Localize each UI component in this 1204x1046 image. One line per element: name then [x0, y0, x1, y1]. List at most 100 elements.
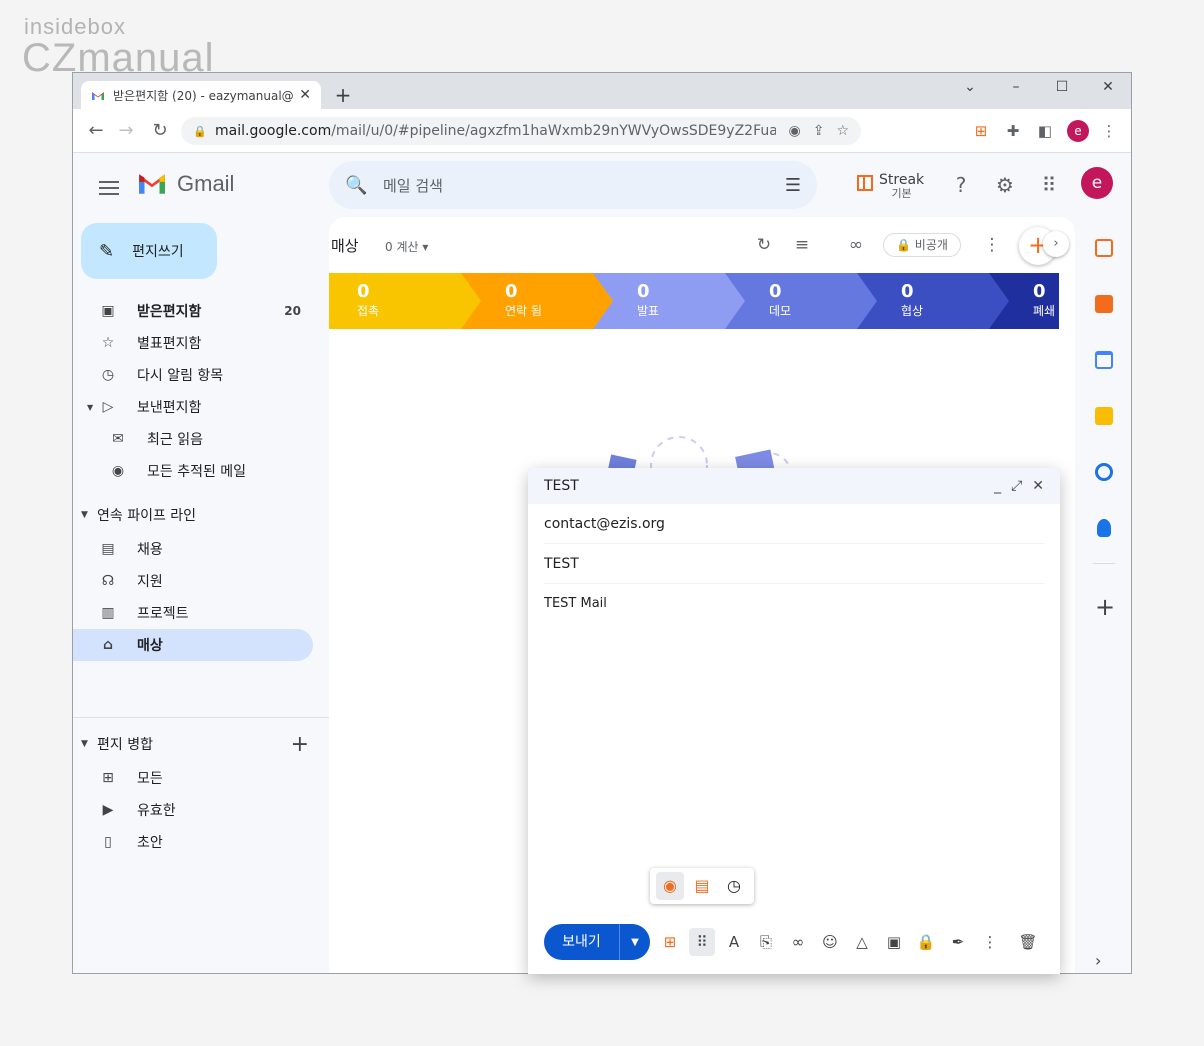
get-addons-icon[interactable]: +: [1095, 595, 1115, 619]
streak-compose-icon[interactable]: ⊞: [654, 924, 686, 960]
send-button[interactable]: 보내기 ▼: [544, 924, 650, 960]
gmail-logo[interactable]: Gmail: [137, 171, 234, 197]
sidebar-item-pipeline-sales[interactable]: ⌂ 매상: [73, 629, 313, 661]
more-options-icon[interactable]: ⋮: [974, 924, 1006, 960]
link-icon[interactable]: ∞: [845, 235, 867, 255]
pipeline-stage[interactable]: 0 연락 됨: [461, 273, 613, 329]
url-text: mail.google.com/mail/u/0/#pipeline/agxzf…: [215, 123, 776, 139]
sidebar-item-inbox[interactable]: ▣ 받은편지함 20: [73, 295, 313, 327]
new-tab-button[interactable]: +: [333, 85, 353, 105]
minimize-icon[interactable]: –: [1005, 79, 1027, 95]
close-icon[interactable]: ✕: [1032, 478, 1044, 494]
eye-icon[interactable]: ◉: [788, 123, 800, 139]
message-body[interactable]: TEST Mail: [544, 596, 1044, 611]
discard-trash-icon[interactable]: 🗑: [1012, 924, 1044, 960]
compose-title: TEST: [544, 478, 579, 494]
pipeline-stage[interactable]: 0 접촉: [329, 273, 481, 329]
compose-button[interactable]: ✎ 편지쓰기: [81, 223, 217, 279]
filter-icon[interactable]: ≡: [791, 235, 813, 255]
fullscreen-icon[interactable]: ⤢: [1011, 478, 1022, 494]
apps-grid-icon[interactable]: ⠿: [1037, 173, 1061, 197]
tab-strip: 받은편지함 (20) - eazymanual@ ✕ + ⌄ – ☐ ✕: [73, 73, 1131, 109]
tab-close-icon[interactable]: ✕: [299, 87, 311, 103]
browser-profile-avatar[interactable]: e: [1067, 120, 1089, 142]
emoji-icon[interactable]: ☺: [814, 924, 846, 960]
streak-extension-icon[interactable]: ⊞: [971, 121, 991, 141]
minimize-icon[interactable]: _: [994, 478, 1001, 494]
settings-gear-icon[interactable]: ⚙: [993, 173, 1017, 197]
send-later-clock-icon[interactable]: ◷: [720, 872, 748, 900]
sidebar-item-sent[interactable]: ▼ ▷ 보낸편지함: [73, 391, 313, 423]
snippets-icon[interactable]: ▤: [688, 872, 716, 900]
streak-button[interactable]: Streak 기본: [857, 173, 924, 201]
browser-tab-gmail[interactable]: 받은편지함 (20) - eazymanual@ ✕: [81, 81, 321, 109]
maximize-icon[interactable]: ☐: [1051, 79, 1073, 95]
mailmerge-section-header[interactable]: ▼ 편지 병합 +: [73, 726, 313, 762]
lock-icon[interactable]: 🔒: [193, 125, 207, 138]
sidebar-item-snoozed[interactable]: ◷ 다시 알림 항목: [73, 359, 313, 391]
sidebar-item-all-tracked[interactable]: ◉ 모든 추적된 메일: [73, 455, 313, 487]
dashboard-icon: ⊞: [102, 770, 114, 786]
pipeline-next-icon[interactable]: ›: [1043, 231, 1069, 257]
mail-search-bar[interactable]: 🔍 메일 검색 ☰: [329, 161, 817, 209]
insert-link-icon[interactable]: ∞: [782, 924, 814, 960]
extensions-puzzle-icon[interactable]: ✚: [1003, 121, 1023, 141]
streak-panel-icon[interactable]: [1095, 239, 1113, 257]
sidebar-item-pipeline-recruiting[interactable]: ▤ 채용: [73, 533, 313, 565]
sidebar-item-recently-read[interactable]: ✉ 최근 읽음: [73, 423, 313, 455]
search-input[interactable]: 메일 검색: [383, 175, 785, 196]
pipeline-stage[interactable]: 0 협상: [857, 273, 1009, 329]
signature-pen-icon[interactable]: ✒: [942, 924, 974, 960]
keep-icon[interactable]: [1095, 407, 1113, 425]
drive-icon[interactable]: △: [846, 924, 878, 960]
pipeline-stage[interactable]: 0 발표: [593, 273, 745, 329]
forward-icon[interactable]: →: [115, 121, 137, 141]
sidebar-item-label: 지원: [137, 574, 163, 590]
sidebar-item-starred[interactable]: ☆ 별표편지함: [73, 327, 313, 359]
sidebar-item-pipeline-support[interactable]: ☊ 지원: [73, 565, 313, 597]
share-icon[interactable]: ⇪: [813, 123, 825, 139]
more-options-icon[interactable]: ⋮: [981, 235, 1003, 255]
add-mailmerge-icon[interactable]: +: [291, 732, 309, 757]
main-menu-icon[interactable]: [99, 177, 119, 199]
section-label: 편지 병합: [97, 737, 153, 753]
to-field[interactable]: contact@ezis.org: [544, 504, 1044, 544]
send-options-icon[interactable]: ▼: [620, 937, 650, 948]
tasks-icon[interactable]: [1095, 463, 1113, 481]
sidebar-item-mailmerge-all[interactable]: ⊞ 모든: [73, 762, 313, 794]
confidential-lock-icon[interactable]: 🔒: [910, 924, 942, 960]
bookmark-star-icon[interactable]: ☆: [836, 123, 849, 139]
refresh-icon[interactable]: ↻: [753, 235, 775, 255]
section-label: 연속 파이프 라인: [97, 508, 197, 524]
tracking-eye-icon[interactable]: ◉: [656, 872, 684, 900]
side-panel-icon[interactable]: ◧: [1035, 121, 1055, 141]
sidebar-item-mailmerge-drafts[interactable]: ▯ 초안: [73, 826, 313, 858]
pipelines-section-header[interactable]: ▼ 연속 파이프 라인: [73, 497, 313, 533]
account-avatar[interactable]: e: [1081, 167, 1113, 199]
apps-grid-icon[interactable]: ⠿: [689, 928, 715, 956]
private-toggle[interactable]: 🔒 비공개: [883, 233, 961, 257]
sidebar-item-mailmerge-active[interactable]: ▶ 유효한: [73, 794, 313, 826]
search-options-icon[interactable]: ☰: [785, 175, 801, 196]
search-icon[interactable]: 🔍: [345, 175, 369, 196]
formatting-icon[interactable]: A: [718, 924, 750, 960]
browser-menu-icon[interactable]: ⋮: [1099, 121, 1119, 141]
sidebar-item-pipeline-project[interactable]: ▥ 프로젝트: [73, 597, 313, 629]
tab-search-icon[interactable]: ⌄: [959, 79, 981, 95]
pipeline-count-dropdown[interactable]: 0 계산 ▾: [385, 238, 428, 255]
contacts-icon[interactable]: [1097, 519, 1111, 537]
pipeline-stage[interactable]: 0 데모: [725, 273, 877, 329]
attach-icon[interactable]: ⎘: [750, 924, 782, 960]
url-path: /mail/u/0/#pipeline/agxzfm1haWxmb29nYWVy…: [331, 123, 777, 139]
hide-side-panel-icon[interactable]: ›: [1095, 949, 1101, 973]
help-icon[interactable]: ?: [949, 173, 973, 197]
insert-photo-icon[interactable]: ▣: [878, 924, 910, 960]
tasks-check-icon[interactable]: [1095, 295, 1113, 313]
reload-icon[interactable]: ↻: [149, 121, 171, 141]
close-window-icon[interactable]: ✕: [1097, 79, 1119, 95]
calendar-icon[interactable]: [1095, 351, 1113, 369]
back-icon[interactable]: ←: [85, 121, 107, 141]
url-omnibox[interactable]: 🔒 mail.google.com/mail/u/0/#pipeline/agx…: [181, 117, 861, 145]
subject-field[interactable]: TEST: [544, 544, 1044, 584]
expand-caret-icon[interactable]: ▼: [87, 403, 99, 412]
